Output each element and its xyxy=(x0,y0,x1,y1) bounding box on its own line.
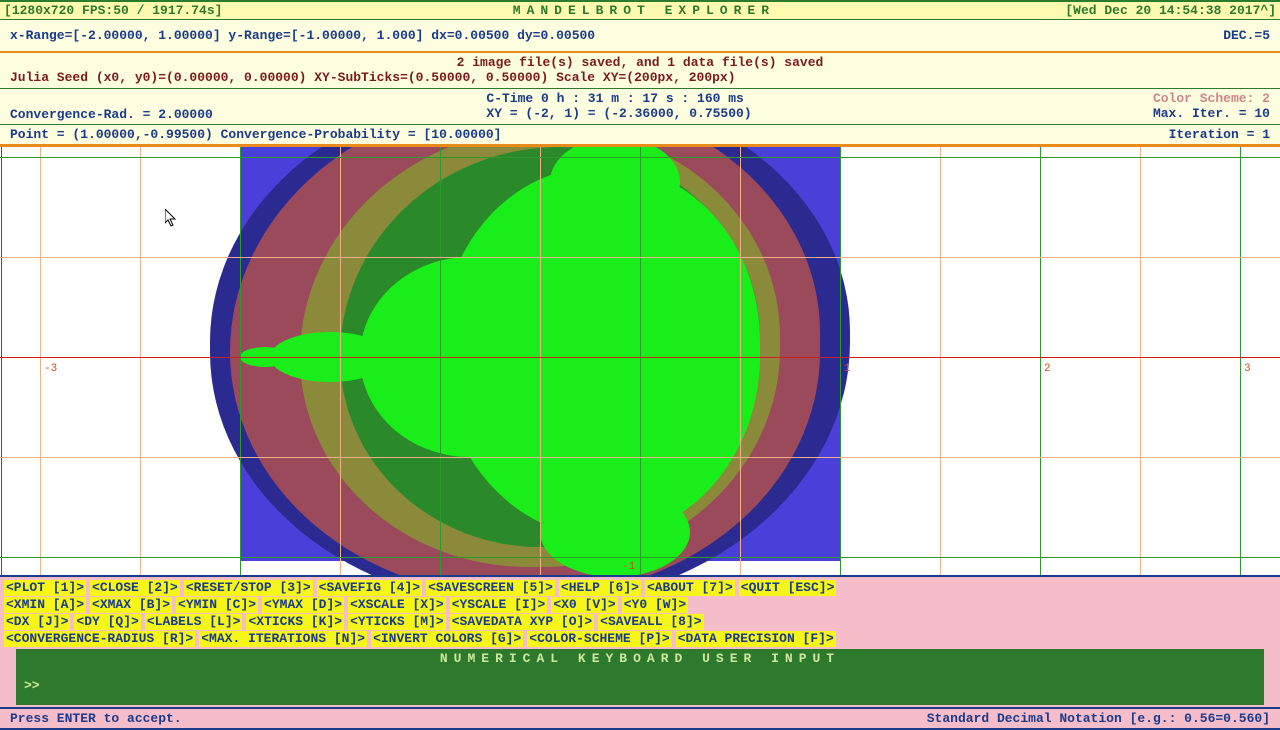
cmd-button[interactable]: <SAVEFIG [4]> xyxy=(317,580,422,596)
command-panel: <PLOT [1]><CLOSE [2]><RESET/STOP [3]><SA… xyxy=(0,575,1280,707)
cmd-button[interactable]: <YTICKS [M]> xyxy=(348,614,446,630)
cmd-button[interactable]: <YSCALE [I]> xyxy=(450,597,548,613)
cmd-button[interactable]: <SAVEALL [8]> xyxy=(598,614,703,630)
status-row: Convergence-Rad. = 2.00000 C-Time 0 h : … xyxy=(0,89,1280,125)
cmd-button[interactable]: <Y0 [W]> xyxy=(622,597,688,613)
cmd-button[interactable]: <MAX. ITERATIONS [N]> xyxy=(199,631,367,647)
cmd-button[interactable]: <X0 [V]> xyxy=(551,597,617,613)
title-bar: [1280x720 FPS:50 / 1917.74s] MANDELBROT … xyxy=(0,0,1280,20)
cmd-button[interactable]: <CONVERGENCE-RADIUS [R]> xyxy=(4,631,195,647)
cmd-button[interactable]: <COLOR-SCHEME [P]> xyxy=(527,631,671,647)
cmd-button[interactable]: <QUIT [ESC]> xyxy=(739,580,837,596)
cmd-button[interactable]: <RESET/STOP [3]> xyxy=(184,580,313,596)
cmd-button[interactable]: <SAVEDATA XYP [O]> xyxy=(450,614,594,630)
footer-bar: Press ENTER to accept. Standard Decimal … xyxy=(0,707,1280,730)
cmd-button[interactable]: <PLOT [1]> xyxy=(4,580,86,596)
cmd-button[interactable]: <SAVESCREEN [5]> xyxy=(426,580,555,596)
resolution-fps: [1280x720 FPS:50 / 1917.74s] xyxy=(4,3,222,18)
cmd-button[interactable]: <XMAX [B]> xyxy=(90,597,172,613)
julia-seed-info: Julia Seed (x0, y0)=(0.00000, 0.00000) X… xyxy=(10,70,1270,85)
cmd-button[interactable]: <DX [J]> xyxy=(4,614,70,630)
color-scheme: Color Scheme: 2 xyxy=(880,91,1270,106)
cmd-button[interactable]: <XSCALE [X]> xyxy=(348,597,446,613)
cmd-button[interactable]: <LABELS [L]> xyxy=(145,614,243,630)
input-header: NUMERICAL KEYBOARD USER INPUT xyxy=(16,649,1264,668)
cmd-row-1: <PLOT [1]><CLOSE [2]><RESET/STOP [3]><SA… xyxy=(4,580,1276,596)
cmd-button[interactable]: <INVERT COLORS [G]> xyxy=(371,631,523,647)
cmd-button[interactable]: <XMIN [A]> xyxy=(4,597,86,613)
decimal-precision: DEC.=5 xyxy=(1223,28,1270,43)
save-message: 2 image file(s) saved, and 1 data file(s… xyxy=(10,55,1270,70)
cmd-row-2: <XMIN [A]><XMAX [B]><YMIN [C]><YMAX [D]>… xyxy=(4,597,1276,613)
cmd-button[interactable]: <XTICKS [K]> xyxy=(246,614,344,630)
point-convergence: Point = (1.00000,-0.99500) Convergence-P… xyxy=(10,127,501,142)
cmd-row-3: <DX [J]><DY [Q]> <LABELS [L]><XTICKS [K]>… xyxy=(4,614,1276,630)
cmd-button[interactable]: <YMIN [C]> xyxy=(176,597,258,613)
input-prompt: >> xyxy=(24,678,40,693)
xy-coords: XY = (-2, 1) = (-2.36000, 0.75500) xyxy=(486,106,870,121)
numeric-input[interactable]: >> xyxy=(16,668,1264,705)
plot-canvas[interactable]: -3 1 2 3 -1 xyxy=(0,147,1280,575)
range-text: x-Range=[-2.00000, 1.00000] y-Range=[-1.… xyxy=(10,28,595,43)
cmd-row-4: <CONVERGENCE-RADIUS [R]><MAX. ITERATIONS… xyxy=(4,631,1276,647)
range-info-row: x-Range=[-2.00000, 1.00000] y-Range=[-1.… xyxy=(0,20,1280,53)
datetime: [Wed Dec 20 14:54:38 2017^] xyxy=(1065,3,1276,18)
cmd-button[interactable]: <DY [Q]> xyxy=(74,614,140,630)
cmd-button[interactable]: <HELP [6]> xyxy=(559,580,641,596)
point-info-row: Point = (1.00000,-0.99500) Convergence-P… xyxy=(0,125,1280,147)
tick-2: 2 xyxy=(1044,363,1051,375)
convergence-radius: Convergence-Rad. = 2.00000 xyxy=(10,107,213,122)
julia-info-row: 2 image file(s) saved, and 1 data file(s… xyxy=(0,53,1280,89)
tick-3: 3 xyxy=(1244,363,1251,375)
tick-neg1: -1 xyxy=(622,561,635,573)
footer-hint-right: Standard Decimal Notation [e.g.: 0.56=0.… xyxy=(927,711,1270,726)
iteration-count: Iteration = 1 xyxy=(1169,127,1270,142)
cmd-button[interactable]: <CLOSE [2]> xyxy=(90,580,180,596)
tick-neg3: -3 xyxy=(44,363,57,375)
tick-1: 1 xyxy=(844,363,851,375)
cmd-button[interactable]: <ABOUT [7]> xyxy=(645,580,735,596)
cmd-button[interactable]: <YMAX [D]> xyxy=(262,597,344,613)
cursor-icon xyxy=(165,209,177,227)
app-title: MANDELBROT EXPLORER xyxy=(513,3,775,18)
cmd-button[interactable]: <DATA PRECISION [F]> xyxy=(676,631,836,647)
compute-time: C-Time 0 h : 31 m : 17 s : 160 ms xyxy=(486,91,870,106)
max-iterations: Max. Iter. = 10 xyxy=(880,106,1270,121)
footer-hint-left: Press ENTER to accept. xyxy=(10,711,182,726)
